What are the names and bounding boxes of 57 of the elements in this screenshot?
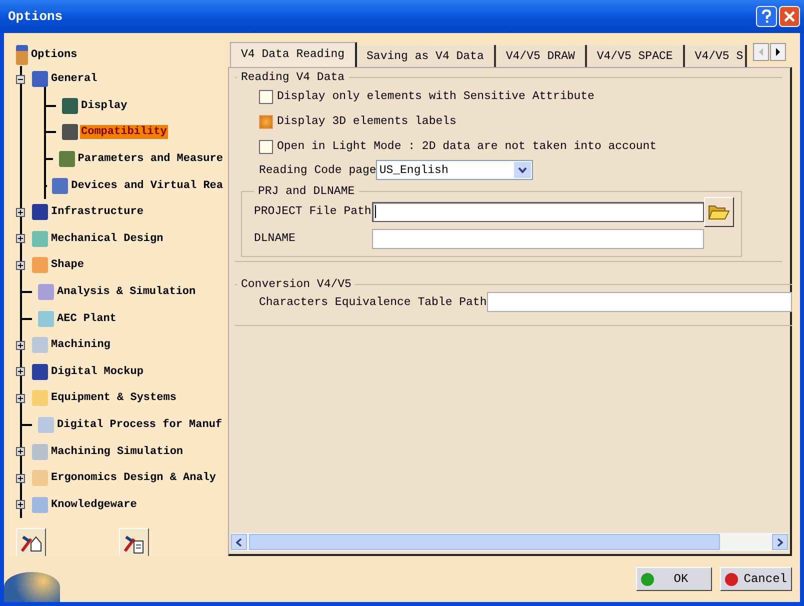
tree-item[interactable]: General <box>50 72 98 86</box>
browse-folder-button[interactable] <box>704 196 734 226</box>
tool-document-button[interactable] <box>119 528 149 556</box>
field-label: Characters Equivalence Table Path <box>259 296 487 308</box>
tab[interactable]: V4/V5 DRAW <box>496 45 587 67</box>
tree-item[interactable]: AEC Plant <box>56 312 118 326</box>
tree-item[interactable]: Machining Simulation <box>50 444 184 459</box>
field-label: Reading Code page <box>259 164 376 176</box>
tool-home-button[interactable] <box>16 528 46 556</box>
window-title: Options <box>8 9 63 24</box>
option-label: Display only elements with Sensitive Attribute <box>277 90 594 103</box>
tree-item[interactable]: Infrastructure <box>50 205 144 220</box>
tree-item[interactable]: Knowledgeware <box>50 498 138 512</box>
options-icon <box>16 45 28 65</box>
tree-item[interactable]: Parameters and Measure <box>76 152 224 166</box>
tree-root[interactable]: Options <box>30 48 78 62</box>
tree-item[interactable]: Devices and Virtual Rea <box>70 178 224 193</box>
tree-item[interactable]: Digital Mockup <box>50 364 144 379</box>
close-button[interactable] <box>779 6 800 27</box>
tab-scroll-right-button[interactable] <box>770 43 786 61</box>
field-label: DLNAME <box>254 232 296 245</box>
arrow-left-icon <box>758 48 764 56</box>
tab[interactable]: V4 Data Reading <box>230 42 357 67</box>
tree-item[interactable]: Ergonomics Design & Analy <box>50 471 218 486</box>
tree-item[interactable]: Machining <box>50 338 112 352</box>
checkbox[interactable] <box>259 90 273 104</box>
tab[interactable]: Saving as V4 Data <box>356 45 496 67</box>
arrow-right-icon <box>775 48 782 56</box>
tab[interactable]: V4/V5 SPACE <box>586 45 685 67</box>
option-label: Open in Light Mode : 2D data are not taken into account <box>277 140 657 153</box>
scroll-left-icon[interactable] <box>231 534 247 550</box>
ok-button[interactable]: OK <box>636 567 712 591</box>
tab[interactable]: V4/V5 S <box>684 45 748 67</box>
field-label: PROJECT File Path <box>254 205 372 218</box>
tree-item[interactable]: Display <box>80 98 128 113</box>
group-title: Conversion V4/V5 <box>240 278 352 291</box>
horizontal-scrollbar[interactable] <box>231 533 788 551</box>
input-field[interactable] <box>372 228 704 248</box>
input-field[interactable] <box>486 292 792 312</box>
folder-icon <box>708 202 730 220</box>
tree-item[interactable]: Compatibility <box>80 125 168 140</box>
checkbox[interactable] <box>259 114 273 128</box>
tree-item[interactable]: Digital Process for Manuf <box>56 418 224 432</box>
group-title: PRJ and DLNAME <box>257 185 356 198</box>
input-field[interactable] <box>372 202 704 222</box>
scroll-right-icon[interactable] <box>772 534 788 550</box>
tree-item[interactable]: Shape <box>50 258 86 272</box>
tree-item[interactable]: Equipment & Systems <box>50 391 178 406</box>
checkbox[interactable] <box>259 140 273 154</box>
tree-item[interactable]: Analysis & Simulation <box>56 285 197 300</box>
group-title: Reading V4 Data <box>240 71 346 84</box>
option-label: Display 3D elements labels <box>277 115 456 128</box>
decorative-swoosh <box>4 572 60 602</box>
tree-item[interactable]: Mechanical Design <box>50 232 164 246</box>
cancel-button[interactable]: Cancel <box>720 567 792 591</box>
help-button[interactable] <box>756 6 777 27</box>
code-page-dropdown[interactable]: US_English <box>376 160 534 180</box>
